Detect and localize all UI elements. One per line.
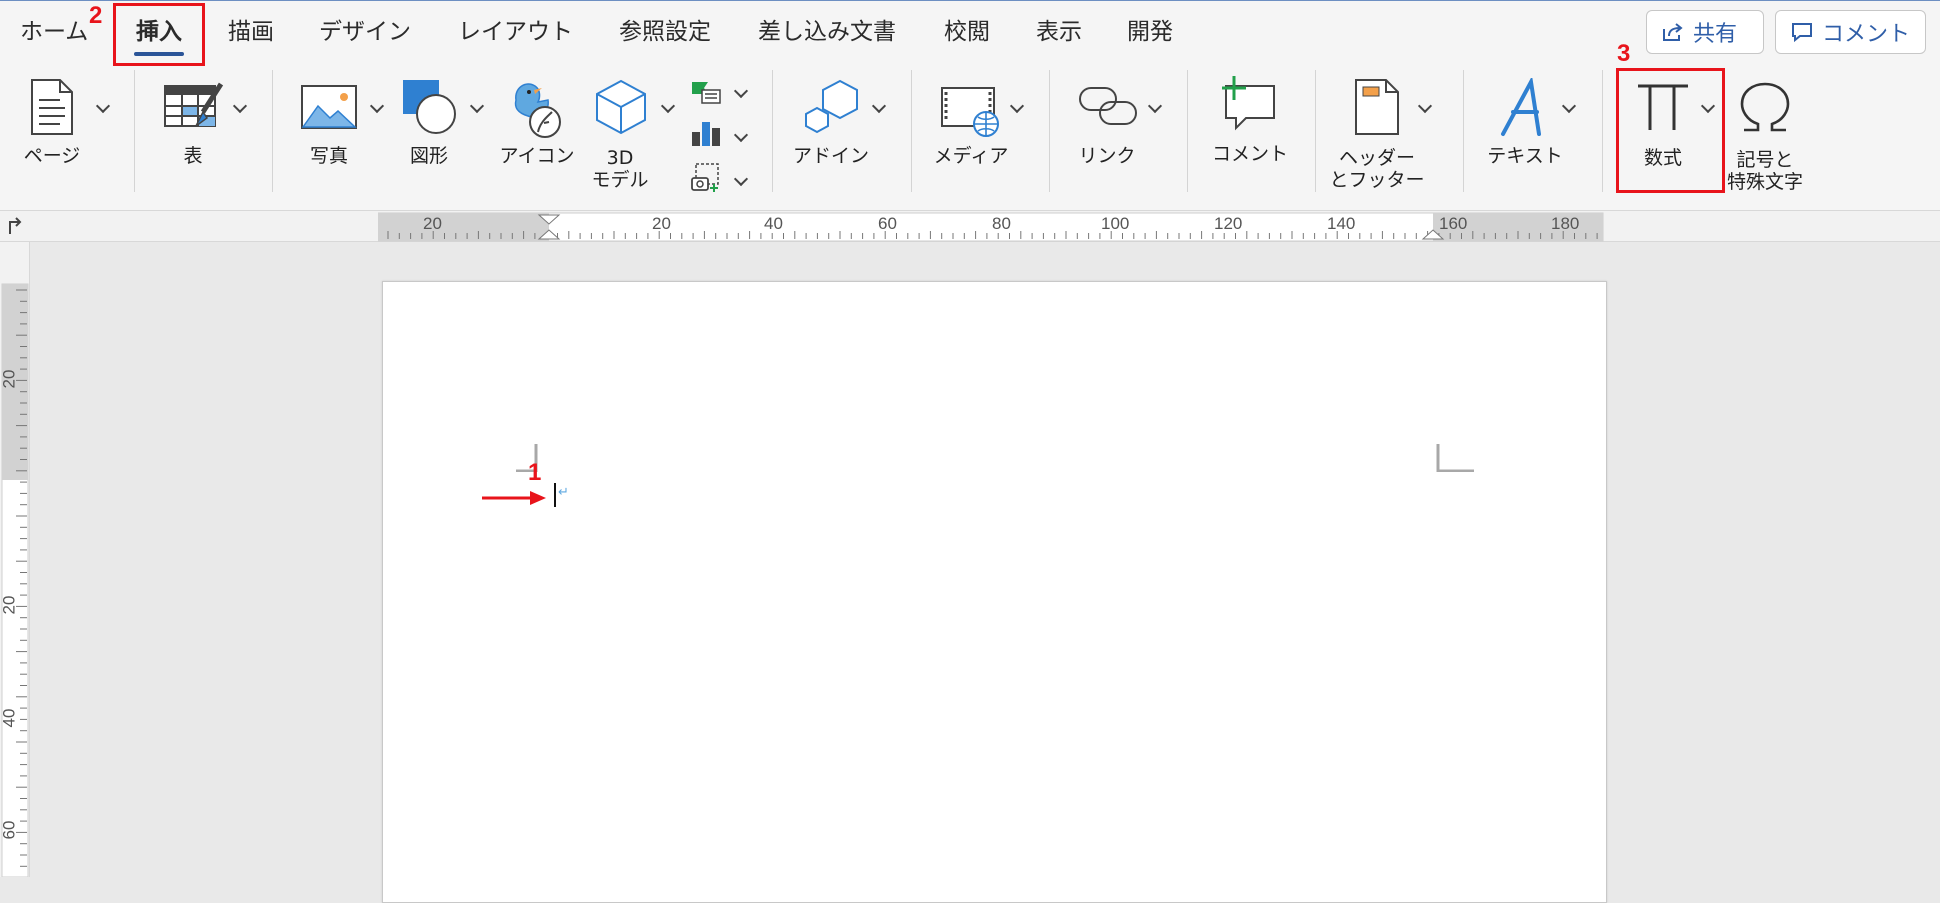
tab-layout[interactable]: レイアウト [458, 14, 573, 50]
ruler-h-label: 120 [1214, 214, 1243, 233]
page-button[interactable]: ページ [24, 78, 80, 188]
document-page[interactable]: ↵ [382, 281, 1607, 903]
chart-icon [692, 122, 720, 146]
chart-button[interactable] [690, 118, 722, 148]
margin-corner-top-right [1436, 444, 1474, 472]
text-cursor [554, 483, 556, 507]
ruler-h-label: 160 [1439, 214, 1468, 233]
ruler-h-label: 60 [878, 214, 897, 233]
page-label: ページ [23, 145, 81, 167]
ruler-h-label: 80 [992, 214, 1011, 233]
link-button[interactable]: リンク [1078, 82, 1137, 188]
vertical-ruler: 20 20 40 60 [0, 242, 30, 877]
ribbon-separator [1049, 70, 1050, 192]
tab-mailings[interactable]: 差し込み文書 [758, 14, 896, 50]
header-footer-button[interactable]: ヘッダー とフッター [1329, 78, 1425, 193]
table-button[interactable]: 表 [163, 82, 224, 188]
ruler-h-label: 140 [1327, 214, 1356, 233]
page-icon [31, 79, 73, 135]
ruler-scale [378, 212, 1604, 242]
photo-button[interactable]: 写真 [300, 84, 358, 188]
ribbon-separator [1602, 70, 1603, 192]
new-comment-button[interactable]: コメント [1212, 76, 1288, 188]
addins-icon [805, 79, 858, 134]
comment-header-button[interactable]: コメント [1775, 10, 1926, 54]
3d-models-label-line1: 3D [606, 147, 634, 169]
tab-references[interactable]: 参照設定 [619, 14, 711, 50]
ruler-h-label: 180 [1551, 214, 1580, 233]
tab-review[interactable]: 校閲 [944, 14, 990, 50]
ruler-h-label: 100 [1101, 214, 1130, 233]
symbols-label-line2: 特殊文字 [1726, 171, 1803, 193]
text-icon [1501, 78, 1541, 136]
tab-selector-icon[interactable] [6, 216, 24, 236]
paragraph-mark-icon: ↵ [558, 485, 569, 500]
tab-draw[interactable]: 描画 [228, 14, 274, 50]
shapes-button[interactable]: 図形 [400, 78, 458, 188]
ribbon-separator [1463, 70, 1464, 192]
smartart-icon [692, 82, 721, 104]
tab-developer[interactable]: 開発 [1127, 14, 1173, 50]
photo-icon [301, 85, 357, 129]
table-label: 表 [183, 145, 203, 167]
equation-button[interactable]: 数式 [1636, 80, 1690, 188]
share-icon [1661, 21, 1685, 43]
pi-icon [1638, 84, 1688, 130]
symbols-button[interactable]: 記号と 特殊文字 [1727, 80, 1803, 193]
share-label: 共有 [1693, 22, 1738, 47]
step-3-label: 3 [1617, 40, 1631, 67]
step-1-label: 1 [528, 459, 542, 486]
shapes-icon [403, 80, 456, 134]
3d-models-button[interactable]: 3D モデル [591, 78, 649, 193]
ribbon-separator [772, 70, 773, 192]
screenshot-button[interactable] [690, 162, 722, 194]
header-footer-label-line1: ヘッダー [1338, 147, 1415, 169]
highlight-insert-tab [113, 3, 205, 66]
ribbon-separator [134, 70, 135, 192]
ruler-v-label: 20 [0, 369, 19, 389]
header-footer-label-line2: とフッター [1329, 169, 1425, 191]
horizontal-ruler: 20 20 40 60 80 100 120 140 160 180 [0, 210, 1940, 242]
ruler-h-label: 20 [423, 214, 442, 233]
media-label: メディア [933, 145, 1009, 167]
vertical-ruler-scale [1, 283, 29, 877]
media-icon [941, 87, 999, 137]
ruler-v-label: 20 [0, 595, 19, 615]
table-icon [164, 82, 224, 127]
addins-button[interactable]: アドイン [793, 78, 869, 188]
header-footer-icon [1355, 79, 1399, 135]
ruler-v-label: 60 [0, 820, 19, 840]
omega-icon [1740, 82, 1790, 132]
tab-design[interactable]: デザイン [319, 14, 411, 50]
icons-icon [514, 83, 561, 138]
text-button[interactable]: テキスト [1487, 78, 1563, 188]
step-2-label: 2 [89, 2, 103, 29]
ribbon-separator [272, 70, 273, 192]
new-comment-label: コメント [1211, 143, 1288, 165]
new-comment-icon [1222, 76, 1275, 131]
comment-bubble-icon [1790, 21, 1814, 43]
window-top-border [0, 0, 1940, 1]
comment-header-label: コメント [1822, 22, 1911, 47]
step-1-arrow-icon [482, 491, 546, 505]
3d-models-label-line2: モデル [591, 169, 649, 191]
ribbon-separator [911, 70, 912, 192]
media-button[interactable]: メディア [934, 84, 1008, 188]
link-label: リンク [1078, 145, 1136, 167]
symbols-label-line1: 記号と [1736, 149, 1794, 171]
addins-label: アドイン [792, 145, 869, 167]
tab-home[interactable]: ホーム [20, 14, 88, 50]
ruler-h-label: 20 [652, 214, 671, 233]
screenshot-icon [691, 163, 719, 192]
text-label: テキスト [1487, 145, 1563, 167]
ribbon-separator [1187, 70, 1188, 192]
ruler-v-label: 40 [0, 708, 19, 728]
ruler-h-label: 40 [764, 214, 783, 233]
tab-view[interactable]: 表示 [1036, 14, 1082, 50]
smartart-button[interactable] [690, 80, 722, 106]
link-icon [1079, 87, 1137, 125]
cube-icon [596, 79, 646, 135]
share-button[interactable]: 共有 [1646, 10, 1764, 54]
